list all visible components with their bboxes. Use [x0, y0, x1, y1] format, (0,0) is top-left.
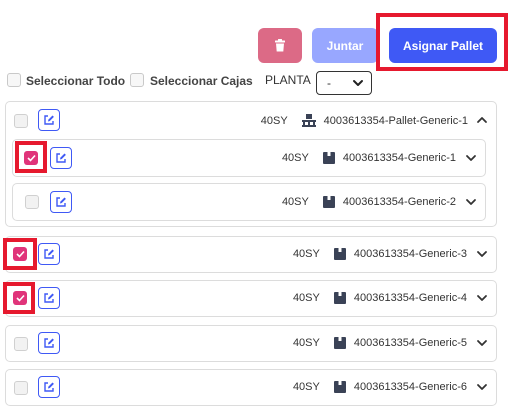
row-name: 4003613354-Generic-3	[353, 248, 467, 260]
edit-button[interactable]	[38, 376, 60, 398]
edit-button[interactable]	[38, 109, 60, 131]
row-checkbox-checked[interactable]	[24, 151, 38, 165]
assign-pallet-button[interactable]: Asignar Pallet	[389, 28, 497, 63]
row-name: 4003613354-Generic-5	[353, 337, 467, 349]
chevron-down-icon[interactable]	[465, 197, 477, 207]
row-name: 4003613354-Generic-6	[353, 381, 467, 393]
edit-icon	[44, 382, 54, 392]
edit-button[interactable]	[38, 287, 60, 309]
planta-label: PLANTA	[265, 73, 311, 87]
row-code: 40SY	[281, 152, 309, 164]
row-code: 40SY	[281, 196, 309, 208]
check-icon	[26, 154, 36, 162]
delete-button[interactable]	[258, 28, 302, 63]
chevron-down-icon[interactable]	[465, 153, 477, 163]
row-info: 40SY 4003613354-Generic-5	[293, 337, 467, 349]
box-icon	[333, 381, 346, 393]
select-boxes-label: Seleccionar Cajas	[150, 74, 253, 88]
row-checkbox-checked[interactable]	[13, 291, 27, 305]
row-info: 40SY 4003613354-Generic-6	[293, 381, 467, 393]
row-code: 40SY	[292, 381, 320, 393]
row-info: 40SY 4003613354-Pallet-Generic-1	[261, 114, 468, 127]
edit-button[interactable]	[38, 332, 60, 354]
row-name: 4003613354-Generic-1	[342, 152, 456, 164]
row-code: 40SY	[260, 114, 288, 127]
row-info: 40SY 4003613354-Generic-3	[293, 248, 467, 260]
trash-icon	[275, 39, 285, 52]
edit-icon	[44, 115, 54, 125]
planta-select-value: -	[327, 76, 331, 90]
chevron-down-icon[interactable]	[476, 382, 488, 392]
row-name: 4003613354-Pallet-Generic-1	[323, 114, 468, 127]
row-checkbox[interactable]	[25, 195, 39, 209]
select-boxes-checkbox[interactable]	[130, 73, 144, 87]
edit-icon	[56, 153, 66, 163]
select-all-label: Seleccionar Todo	[26, 74, 126, 88]
chevron-down-icon[interactable]	[476, 338, 488, 348]
edit-icon	[44, 338, 54, 348]
select-all-checkbox[interactable]	[7, 73, 21, 87]
edit-button[interactable]	[50, 147, 72, 169]
pallet-icon	[301, 114, 316, 127]
edit-icon	[44, 293, 54, 303]
row-checkbox-checked[interactable]	[13, 247, 27, 261]
row-code: 40SY	[292, 337, 320, 349]
chevron-down-icon	[353, 80, 363, 86]
check-icon	[15, 294, 25, 302]
row-checkbox[interactable]	[14, 114, 28, 128]
row-checkbox[interactable]	[14, 381, 28, 395]
box-icon	[322, 196, 335, 208]
join-button[interactable]: Juntar	[312, 28, 378, 63]
row-code: 40SY	[292, 248, 320, 260]
row-name: 4003613354-Generic-2	[342, 196, 456, 208]
box-icon	[322, 152, 335, 164]
row-checkbox[interactable]	[14, 337, 28, 351]
chevron-down-icon[interactable]	[476, 293, 488, 303]
row-info: 40SY 4003613354-Generic-4	[293, 292, 467, 304]
chevron-down-icon[interactable]	[476, 249, 488, 259]
chevron-up-icon[interactable]	[476, 115, 488, 125]
edit-icon	[44, 249, 54, 259]
row-name: 4003613354-Generic-4	[353, 292, 467, 304]
planta-select[interactable]: -	[316, 71, 372, 95]
box-icon	[333, 292, 346, 304]
edit-button[interactable]	[38, 243, 60, 265]
row-code: 40SY	[292, 292, 320, 304]
box-icon	[333, 337, 346, 349]
check-icon	[15, 250, 25, 258]
box-icon	[333, 248, 346, 260]
row-info: 40SY 4003613354-Generic-2	[282, 196, 456, 208]
row-info: 40SY 4003613354-Generic-1	[282, 152, 456, 164]
edit-icon	[56, 197, 66, 207]
edit-button[interactable]	[50, 191, 72, 213]
